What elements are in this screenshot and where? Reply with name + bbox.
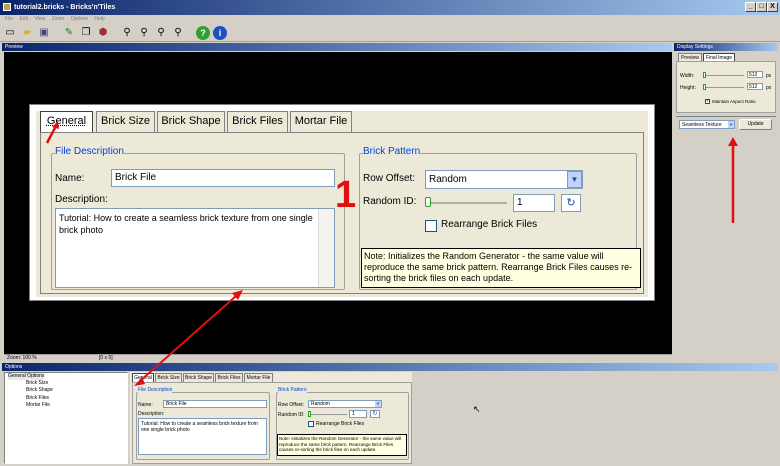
annotation-overlay: [45, 121, 738, 386]
arrow-small-to-large-form: [134, 290, 243, 386]
arrow-to-update-button: [728, 137, 738, 223]
arrow-to-general-tab: [45, 121, 59, 144]
